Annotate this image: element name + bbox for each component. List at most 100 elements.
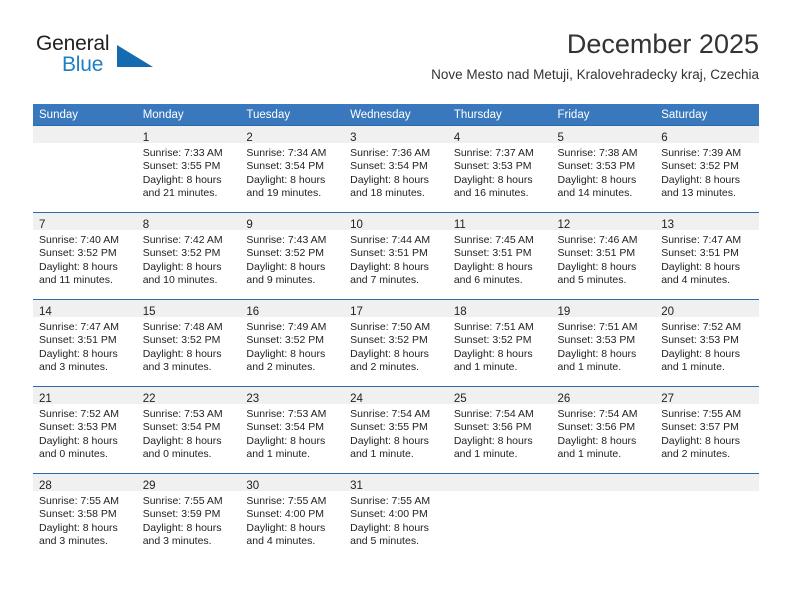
day-number-band: 3 bbox=[344, 126, 448, 144]
daylight-text-line2: and 1 minute. bbox=[453, 361, 518, 374]
daylight-text-line2: and 5 minutes. bbox=[557, 274, 627, 287]
calendar-day-cell[interactable]: 1 Sunrise: 7:33 AM Sunset: 3:55 PM Daylight… bbox=[136, 125, 241, 213]
day-number-band: 17 bbox=[344, 300, 448, 318]
sunrise-text: Sunrise: 7:43 AM bbox=[246, 234, 327, 246]
calendar-day-cell[interactable]: 20 Sunrise: 7:52 AM Sunset: 3:53 PM Dayligh… bbox=[655, 299, 759, 387]
calendar-day-cell[interactable]: 19 Sunrise: 7:51 AM Sunset: 3:53 PM Dayligh… bbox=[551, 299, 656, 387]
calendar-day-cell[interactable]: 15 Sunrise: 7:48 AM Sunset: 3:52 PM Dayligh… bbox=[136, 299, 241, 387]
calendar-day-cell[interactable]: 29 Sunrise: 7:55 AM Sunset: 3:59 PM Dayligh… bbox=[136, 473, 241, 560]
calendar-day-cell[interactable]: 26 Sunrise: 7:54 AM Sunset: 3:56 PM Dayligh… bbox=[551, 386, 656, 474]
sunset-text: Sunset: 3:54 PM bbox=[142, 421, 221, 434]
calendar-day-cell[interactable]: 3 Sunrise: 7:36 AM Sunset: 3:54 PM Daylight… bbox=[344, 125, 448, 213]
calendar-day-cell[interactable]: 13 Sunrise: 7:47 AM Sunset: 3:51 PM Dayligh… bbox=[655, 212, 759, 300]
daylight-text-line1: Daylight: 8 hours bbox=[453, 434, 533, 447]
day-number: 8 bbox=[142, 219, 150, 231]
day-details: Sunrise: 7:37 AM Sunset: 3:53 PM Daylight:… bbox=[448, 143, 552, 201]
day-number: 12 bbox=[557, 219, 571, 231]
calendar-page: General Blue December 2025 Nove Mesto na… bbox=[0, 0, 792, 612]
calendar-day-cell[interactable]: 25 Sunrise: 7:54 AM Sunset: 3:56 PM Dayligh… bbox=[447, 386, 552, 474]
daylight-text-line1: Daylight: 8 hours bbox=[661, 173, 741, 186]
calendar-week-row: 1 Sunrise: 7:33 AM Sunset: 3:55 PM Daylight… bbox=[33, 125, 759, 213]
day-details: Sunrise: 7:46 AM Sunset: 3:51 PM Daylight:… bbox=[552, 230, 656, 288]
daylight-text-line2: and 1 minute. bbox=[557, 448, 622, 461]
calendar-day-cell[interactable]: 9 Sunrise: 7:43 AM Sunset: 3:52 PM Daylight… bbox=[240, 212, 345, 300]
calendar-day-cell[interactable]: 5 Sunrise: 7:38 AM Sunset: 3:53 PM Daylight… bbox=[551, 125, 656, 213]
sunset-text: Sunset: 3:58 PM bbox=[39, 508, 117, 521]
daylight-text-line1: Daylight: 8 hours bbox=[39, 434, 118, 447]
day-cell-content bbox=[33, 126, 137, 212]
calendar-day-cell[interactable]: 17 Sunrise: 7:50 AM Sunset: 3:52 PM Dayligh… bbox=[344, 299, 448, 387]
day-details: Sunrise: 7:55 AM Sunset: 4:00 PM Daylight:… bbox=[344, 491, 448, 549]
daylight-text-line2: and 4 minutes. bbox=[661, 274, 731, 287]
day-details: Sunrise: 7:36 AM Sunset: 3:54 PM Daylight:… bbox=[344, 143, 448, 201]
day-number-band: 25 bbox=[447, 387, 552, 405]
calendar-day-cell[interactable]: 4 Sunrise: 7:37 AM Sunset: 3:53 PM Daylight… bbox=[447, 125, 552, 213]
sunset-text: Sunset: 3:56 PM bbox=[557, 421, 636, 434]
day-details: Sunrise: 7:55 AM Sunset: 3:57 PM Daylight:… bbox=[655, 404, 759, 462]
calendar-day-cell[interactable]: 7 Sunrise: 7:40 AM Sunset: 3:52 PM Daylight… bbox=[33, 212, 137, 300]
day-cell-content: 13 Sunrise: 7:47 AM Sunset: 3:51 PM Dayligh… bbox=[655, 213, 759, 299]
calendar-day-cell[interactable]: 11 Sunrise: 7:45 AM Sunset: 3:51 PM Dayligh… bbox=[447, 212, 552, 300]
day-details: Sunrise: 7:40 AM Sunset: 3:52 PM Daylight:… bbox=[33, 230, 137, 288]
calendar-day-cell[interactable]: 16 Sunrise: 7:49 AM Sunset: 3:52 PM Dayligh… bbox=[240, 299, 345, 387]
day-number: 11 bbox=[453, 219, 466, 231]
page-subtitle: Nove Mesto nad Metuji, Kralovehradecky k… bbox=[431, 67, 759, 82]
calendar-week-row: 21 Sunrise: 7:52 AM Sunset: 3:53 PM Dayligh… bbox=[33, 386, 759, 474]
sunrise-text: Sunrise: 7:36 AM bbox=[350, 147, 431, 159]
sunrise-text: Sunrise: 7:46 AM bbox=[557, 234, 638, 246]
day-number: 15 bbox=[142, 306, 156, 318]
day-cell-content: 27 Sunrise: 7:55 AM Sunset: 3:57 PM Dayligh… bbox=[655, 387, 759, 473]
calendar-day-cell[interactable]: 28 Sunrise: 7:55 AM Sunset: 3:58 PM Dayligh… bbox=[33, 473, 137, 560]
calendar-day-cell[interactable]: 6 Sunrise: 7:39 AM Sunset: 3:52 PM Daylight… bbox=[655, 125, 759, 213]
day-cell-content: 31 Sunrise: 7:55 AM Sunset: 4:00 PM Dayligh… bbox=[344, 474, 448, 560]
day-cell-content: 10 Sunrise: 7:44 AM Sunset: 3:51 PM Dayligh… bbox=[344, 213, 448, 299]
calendar-day-cell[interactable]: 14 Sunrise: 7:47 AM Sunset: 3:51 PM Dayligh… bbox=[33, 299, 137, 387]
daylight-text-line2: and 3 minutes. bbox=[39, 361, 108, 374]
day-number: 14 bbox=[39, 306, 52, 318]
calendar-day-cell[interactable]: 22 Sunrise: 7:53 AM Sunset: 3:54 PM Dayligh… bbox=[136, 386, 241, 474]
day-number: 29 bbox=[142, 480, 156, 492]
daylight-text-line1: Daylight: 8 hours bbox=[557, 260, 637, 273]
calendar-day-cell[interactable]: 24 Sunrise: 7:54 AM Sunset: 3:55 PM Dayligh… bbox=[344, 386, 448, 474]
sunset-text: Sunset: 3:53 PM bbox=[661, 334, 739, 347]
day-number: 20 bbox=[661, 306, 675, 318]
daylight-text-line1: Daylight: 8 hours bbox=[246, 521, 326, 534]
sunrise-text: Sunrise: 7:37 AM bbox=[453, 147, 534, 159]
day-details: Sunrise: 7:52 AM Sunset: 3:53 PM Daylight:… bbox=[655, 317, 759, 375]
daylight-text-line2: and 14 minutes. bbox=[557, 187, 633, 200]
calendar-day-cell[interactable]: 27 Sunrise: 7:55 AM Sunset: 3:57 PM Dayligh… bbox=[655, 386, 759, 474]
calendar-day-cell[interactable]: 10 Sunrise: 7:44 AM Sunset: 3:51 PM Dayligh… bbox=[344, 212, 448, 300]
day-number: 25 bbox=[453, 393, 467, 405]
weekday-header-monday: Monday bbox=[136, 104, 241, 126]
calendar-day-cell[interactable]: 18 Sunrise: 7:51 AM Sunset: 3:52 PM Dayligh… bbox=[447, 299, 552, 387]
calendar-day-cell[interactable]: 21 Sunrise: 7:52 AM Sunset: 3:53 PM Dayligh… bbox=[33, 386, 137, 474]
day-number: 6 bbox=[661, 132, 668, 144]
calendar-day-cell[interactable]: 23 Sunrise: 7:53 AM Sunset: 3:54 PM Dayligh… bbox=[240, 386, 345, 474]
daylight-text-line2: and 18 minutes. bbox=[350, 187, 425, 200]
day-details bbox=[552, 491, 656, 495]
daylight-text-line2: and 0 minutes. bbox=[39, 448, 108, 461]
day-number: 26 bbox=[557, 393, 571, 405]
daylight-text-line1: Daylight: 8 hours bbox=[453, 173, 533, 186]
daylight-text-line1: Daylight: 8 hours bbox=[557, 173, 637, 186]
day-number-band: 29 bbox=[136, 474, 241, 492]
daylight-text-line2: and 0 minutes. bbox=[142, 448, 212, 461]
calendar-day-cell[interactable]: 2 Sunrise: 7:34 AM Sunset: 3:54 PM Daylight… bbox=[240, 125, 345, 213]
sunrise-text: Sunrise: 7:51 AM bbox=[557, 321, 638, 333]
day-number: 3 bbox=[350, 132, 357, 144]
sunset-text: Sunset: 3:52 PM bbox=[39, 247, 117, 260]
day-details: Sunrise: 7:53 AM Sunset: 3:54 PM Daylight:… bbox=[137, 404, 241, 462]
day-cell-content: 22 Sunrise: 7:53 AM Sunset: 3:54 PM Dayligh… bbox=[136, 387, 241, 473]
sunset-text: Sunset: 3:59 PM bbox=[142, 508, 221, 521]
calendar-week-row: 14 Sunrise: 7:47 AM Sunset: 3:51 PM Dayligh… bbox=[33, 299, 759, 387]
general-blue-logo[interactable]: General Blue bbox=[33, 32, 213, 88]
calendar-day-cell[interactable]: 30 Sunrise: 7:55 AM Sunset: 4:00 PM Dayligh… bbox=[240, 473, 345, 560]
sunset-text: Sunset: 3:51 PM bbox=[661, 247, 739, 260]
calendar-day-cell[interactable]: 31 Sunrise: 7:55 AM Sunset: 4:00 PM Dayligh… bbox=[344, 473, 448, 560]
sunrise-text: Sunrise: 7:50 AM bbox=[350, 321, 431, 333]
day-cell-content bbox=[551, 474, 656, 560]
calendar-day-cell[interactable]: 12 Sunrise: 7:46 AM Sunset: 3:51 PM Dayligh… bbox=[551, 212, 656, 300]
day-cell-content: 23 Sunrise: 7:53 AM Sunset: 3:54 PM Dayligh… bbox=[240, 387, 345, 473]
daylight-text-line1: Daylight: 8 hours bbox=[350, 260, 429, 273]
calendar-day-cell[interactable]: 8 Sunrise: 7:42 AM Sunset: 3:52 PM Daylight… bbox=[136, 212, 241, 300]
